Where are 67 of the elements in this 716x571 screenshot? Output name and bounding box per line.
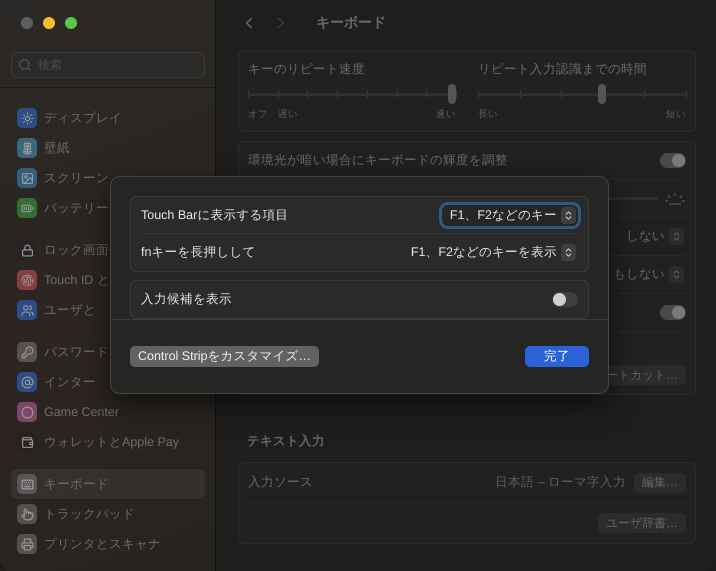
slider-label: キーのリピート速度 — [248, 61, 366, 78]
dictionary-button[interactable]: ユーザ辞書… — [598, 513, 686, 533]
slider-label: リピート入力認識までの時間 — [478, 61, 648, 78]
minimize-button[interactable] — [43, 17, 55, 29]
app-icon — [17, 108, 37, 128]
setting-label: Touch Barに表示する項目 — [141, 206, 288, 224]
edit-button[interactable]: 編集… — [634, 472, 686, 492]
setting-label: 入力候補を表示 — [141, 291, 232, 308]
sidebar-item[interactable]: ユーザと — [11, 295, 100, 325]
app-icon — [17, 474, 37, 494]
page-title: キーボード — [316, 14, 386, 32]
customize-button[interactable]: Control Stripをカスタマイズ… — [130, 346, 319, 367]
app-icon — [17, 270, 37, 290]
popup-button[interactable]: もしない — [605, 264, 686, 285]
tick-label: 遅い — [278, 108, 298, 121]
app-icon — [17, 168, 37, 188]
sidebar-item[interactable]: Game Center — [11, 397, 124, 427]
sidebar-item[interactable]: バッテリー — [11, 193, 113, 223]
sidebar-item[interactable]: Touch ID と — [11, 265, 114, 295]
app-icon — [17, 342, 37, 362]
brightness-icon — [664, 192, 686, 206]
slider[interactable] — [248, 84, 456, 104]
sidebar-item[interactable]: インター — [11, 367, 100, 397]
app-icon — [17, 534, 37, 554]
chevrons-icon — [669, 266, 684, 283]
sidebar-item[interactable]: ディスプレイ — [11, 103, 126, 133]
chevrons-icon — [561, 244, 576, 261]
slider[interactable] — [478, 84, 686, 104]
popup-button[interactable]: F1、F2などのキーを表示 — [402, 242, 578, 263]
chevrons-icon — [561, 206, 576, 224]
chevrons-icon — [669, 228, 684, 245]
sidebar-item[interactable]: スクリーン — [11, 163, 113, 193]
app-icon — [17, 432, 37, 452]
close-button[interactable] — [21, 17, 33, 29]
sidebar-item[interactable]: ウォレットとApple Pay — [11, 427, 183, 457]
section-title: テキスト入力 — [247, 433, 326, 450]
slider-thumb[interactable] — [598, 84, 606, 104]
search-icon — [18, 58, 32, 72]
setting-label: fnキーを長押しして — [141, 244, 256, 261]
popup-button[interactable]: F1、F2などのキー — [442, 204, 578, 226]
slider-thumb[interactable] — [448, 84, 456, 104]
setting-label: 環境光が暗い場合にキーボードの輝度を調整 — [248, 152, 508, 169]
popup-button[interactable]: しない — [618, 226, 686, 247]
app-icon — [17, 138, 37, 158]
sidebar-item[interactable]: トラックパッド — [11, 499, 139, 529]
tick-label: 短い — [666, 108, 686, 121]
tick-label: 長い — [478, 108, 498, 121]
sidebar-item[interactable]: キーボード — [11, 469, 205, 499]
app-icon — [17, 198, 37, 218]
sidebar-item[interactable]: プリンタとスキャナ — [11, 529, 165, 559]
tick-label: 速い — [436, 108, 456, 121]
zoom-button[interactable] — [65, 17, 77, 29]
app-icon — [17, 300, 37, 320]
app-icon — [17, 372, 37, 392]
app-icon — [17, 504, 37, 524]
app-icon — [17, 240, 37, 260]
sidebar-item[interactable]: パスワード — [11, 337, 113, 367]
setting-label: 入力ソース — [248, 474, 313, 491]
sidebar-item[interactable]: ロック画面 — [11, 235, 113, 265]
done-button[interactable]: 完了 — [525, 346, 589, 367]
toggle-switch[interactable] — [660, 153, 686, 168]
setting-value: 日本語 – ローマ字入力 — [495, 474, 626, 491]
app-icon — [17, 402, 37, 422]
sidebar-item[interactable]: 壁紙 — [11, 133, 74, 163]
toggle-switch[interactable] — [660, 305, 686, 320]
tick-label: オフ — [248, 108, 268, 121]
toggle-switch[interactable] — [552, 292, 578, 307]
